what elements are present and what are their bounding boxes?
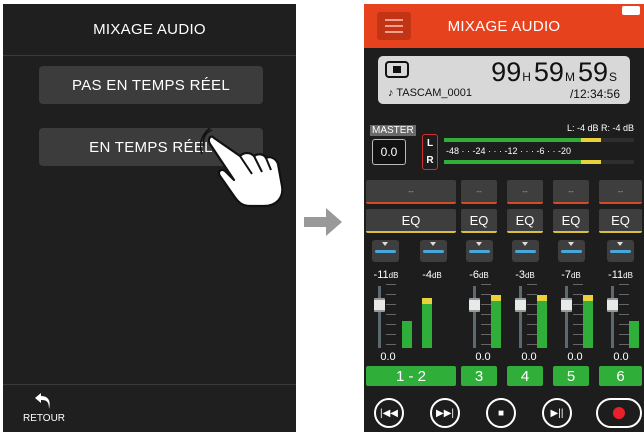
pan-knob[interactable]	[557, 240, 585, 262]
channel-meter	[422, 304, 432, 348]
pan-knob[interactable]	[372, 240, 399, 262]
fader-handle[interactable]	[374, 298, 385, 312]
channel-name-button[interactable]: --	[599, 180, 642, 204]
fader-track	[519, 286, 522, 348]
master-panel: MASTER 0.0 LR L: -4 dB R: -4 dB -48 · · …	[366, 120, 644, 176]
fader-handle[interactable]	[515, 298, 526, 312]
channel-meter-peak	[491, 295, 501, 301]
play-pause-icon[interactable]: ▶||	[542, 398, 572, 428]
channel-select-button[interactable]: 4	[507, 366, 543, 386]
fader-handle[interactable]	[607, 298, 618, 312]
fader-handle[interactable]	[469, 298, 480, 312]
channel-meter-peak	[422, 298, 432, 304]
page-title: MIXAGE AUDIO	[3, 4, 296, 56]
menu-icon[interactable]	[377, 12, 411, 40]
total-time: /12:34:56	[569, 87, 620, 101]
left-screen: MIXAGE AUDIO PAS EN TEMPS RÉEL EN TEMPS …	[3, 4, 296, 432]
master-label: MASTER	[370, 125, 416, 136]
channel-fader-value: 0.0	[613, 351, 629, 363]
channel-meter	[402, 321, 412, 348]
meter-scale	[386, 284, 396, 348]
skip-forward-icon[interactable]: ▶▶|	[430, 398, 460, 428]
pan-knob[interactable]	[465, 240, 493, 262]
right-screen: MIXAGE AUDIO 99H 59M 59S ♪ TASCAM_0001 /12…	[364, 4, 644, 432]
meter-scale	[527, 284, 537, 348]
page-title: MIXAGE AUDIO	[447, 17, 561, 35]
fader-track	[378, 286, 381, 348]
channel-level-readout: -3dB	[515, 269, 535, 281]
channel-meter-peak	[583, 295, 593, 301]
eq-button[interactable]: EQ	[599, 209, 642, 233]
stop-icon[interactable]: ■	[486, 398, 516, 428]
channel-name-button[interactable]: --	[366, 180, 456, 204]
back-arrow-icon	[35, 393, 50, 409]
file-name: ♪ TASCAM_0001	[388, 87, 472, 99]
channel-fader-value: 0.0	[380, 351, 396, 363]
eq-button[interactable]: EQ	[366, 209, 456, 233]
channel-fader-value: 0.0	[521, 351, 537, 363]
hand-pointer-icon	[200, 128, 284, 208]
channel-select-button[interactable]: 5	[553, 366, 589, 386]
pan-knob[interactable]	[420, 240, 447, 262]
meter-scale	[481, 284, 491, 348]
meter-scale	[573, 284, 583, 348]
channel-meter	[491, 301, 501, 348]
meter-scale	[619, 284, 629, 348]
channel-meter-peak	[537, 295, 547, 301]
channel-select-button[interactable]: 6	[599, 366, 642, 386]
channel-select-button[interactable]: 3	[461, 366, 497, 386]
channel-strips: -- EQ -11dB -4dB 0.0 1 - 2 -- EQ -6dB 0.0 3 -- EQ -3d…	[364, 176, 644, 386]
channel-level-readout: -11dB	[373, 269, 399, 281]
fader-track	[473, 286, 476, 348]
channel-fader-value: 0.0	[567, 351, 583, 363]
master-meter-r	[444, 160, 634, 164]
eq-button[interactable]: EQ	[553, 209, 589, 233]
meter-scale: -48 · · -24 · · · -12 · · · -6 · · -20	[446, 146, 572, 156]
stop-status-icon	[385, 61, 409, 78]
transport-bar: |◀◀ ▶▶| ■ ▶||	[364, 390, 644, 432]
channel-level-readout: -6dB	[469, 269, 489, 281]
back-button[interactable]: RETOUR	[19, 391, 69, 431]
header-bar: MIXAGE AUDIO	[364, 4, 644, 48]
arrow-right-icon	[304, 208, 342, 236]
channel-name-button[interactable]: --	[507, 180, 543, 204]
pan-knob[interactable]	[511, 240, 539, 262]
level-readout: L: -4 dB R: -4 dB	[566, 123, 634, 133]
fader-track	[565, 286, 568, 348]
offline-mix-button[interactable]: PAS EN TEMPS RÉEL	[39, 66, 263, 104]
channel-meter	[629, 321, 639, 348]
master-level-button[interactable]: 0.0	[372, 139, 406, 165]
channel-name-button[interactable]: --	[553, 180, 589, 204]
eq-button[interactable]: EQ	[507, 209, 543, 233]
channel-level-readout-2: -4dB	[422, 269, 442, 281]
channel-select-button[interactable]: 1 - 2	[366, 366, 456, 386]
record-icon[interactable]	[596, 398, 642, 428]
skip-back-icon[interactable]: |◀◀	[374, 398, 404, 428]
eq-button[interactable]: EQ	[461, 209, 497, 233]
battery-icon	[622, 6, 640, 15]
elapsed-time: 99H 59M 59S	[491, 57, 617, 87]
lr-indicator: LR	[422, 134, 438, 170]
channel-level-readout: -11dB	[608, 269, 633, 281]
channel-meter	[537, 301, 547, 348]
channel-fader-value: 0.0	[475, 351, 491, 363]
time-display: 99H 59M 59S ♪ TASCAM_0001 /12:34:56	[378, 56, 630, 104]
channel-name-button[interactable]: --	[461, 180, 497, 204]
fader-handle[interactable]	[561, 298, 572, 312]
footer-bar: RETOUR	[3, 384, 296, 432]
back-label: RETOUR	[22, 413, 66, 424]
master-meter-l	[444, 138, 634, 142]
pan-knob[interactable]	[607, 240, 634, 262]
channel-meter	[583, 301, 593, 348]
fader-track	[611, 286, 614, 348]
channel-level-readout: -7dB	[561, 269, 581, 281]
